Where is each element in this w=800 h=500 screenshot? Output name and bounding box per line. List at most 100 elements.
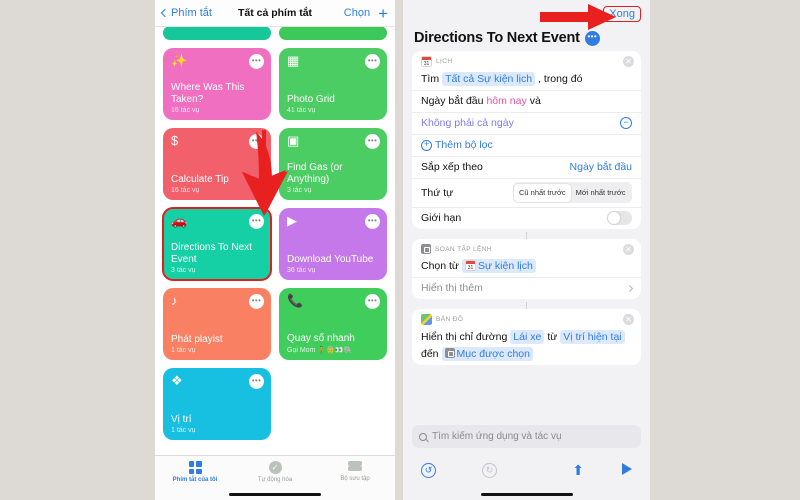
tab-gallery[interactable]: Bộ sưu tập <box>315 461 395 482</box>
action-list[interactable]: ✕ 31 LỊCH Tìm Tất cả Sự kiện lịch , tron… <box>403 51 650 450</box>
select-button[interactable]: Chọn <box>344 7 370 19</box>
scripting-icon <box>444 348 455 358</box>
limit-toggle[interactable] <box>607 211 632 225</box>
shortcut-card-title: Where Was This Taken? <box>171 82 245 105</box>
shortcut-card-menu-button[interactable]: ••• <box>249 374 264 389</box>
close-icon[interactable]: ✕ <box>623 56 634 67</box>
choose-from-row[interactable]: Chọn từ 31 Sự kiện lịch <box>412 256 641 277</box>
filter-suffix: và <box>529 95 541 107</box>
filter-row-all-day[interactable]: Không phải cả ngày − <box>412 112 641 134</box>
calendar-icon: 31 <box>464 260 476 271</box>
find-prefix: Tìm <box>421 73 440 85</box>
shortcut-card-subtitle: 36 tác vụ <box>287 267 316 274</box>
shortcut-card[interactable]: ❖ ••• Vị trí 1 tác vụ <box>163 368 271 440</box>
close-icon[interactable]: ✕ <box>623 314 634 325</box>
find-token[interactable]: Tất cả Sự kiện lịch <box>442 72 536 86</box>
order-row[interactable]: Thứ tự Cũ nhất trước Mới nhất trước <box>412 178 641 207</box>
shortcut-card-menu-button[interactable]: ••• <box>365 294 380 309</box>
add-shortcut-button[interactable]: + <box>378 5 388 22</box>
annotation-arrow-right <box>540 4 616 30</box>
screenshot-stage: Phím tắt Tất cả phím tắt Chọn + ✨ ••• Wher… <box>0 0 800 500</box>
shortcut-card-icon: $ <box>171 133 179 148</box>
action-card-maps[interactable]: ✕ BẢN ĐỒ Hiển thị chỉ đường Lái xe từ Vị… <box>412 309 641 365</box>
shortcut-options-button[interactable]: ••• <box>584 30 600 46</box>
tab-my-shortcuts-label: Phím tắt của tôi <box>172 477 218 483</box>
shortcut-card[interactable] <box>279 27 387 40</box>
nav-right-actions: Chọn + <box>344 5 388 22</box>
add-filter-row[interactable]: + Thêm bộ lọc <box>412 134 641 156</box>
navigation-bar: Phím tắt Tất cả phím tắt Chọn + <box>155 0 395 27</box>
redo-button[interactable]: ↻ <box>482 463 497 478</box>
action-card-calendar[interactable]: ✕ 31 LỊCH Tìm Tất cả Sự kiện lịch , tron… <box>412 51 641 229</box>
shortcut-card-subtitle: 3 tác vụ <box>287 187 312 194</box>
order-option-oldest[interactable]: Cũ nhất trước <box>514 183 571 202</box>
shortcut-card[interactable]: ▦ ••• Photo Grid 41 tác vụ <box>279 48 387 120</box>
choose-from-token[interactable]: 31 Sự kiện lịch <box>461 259 536 273</box>
shortcut-card[interactable] <box>163 27 271 40</box>
scripting-card-label: SOẠN TẬP LỆNH <box>435 245 492 253</box>
directions-mid: từ <box>547 331 558 343</box>
run-button[interactable] <box>622 463 632 475</box>
shortcuts-library-panel: Phím tắt Tất cả phím tắt Chọn + ✨ ••• Wher… <box>155 0 395 500</box>
shortcuts-grid-scroll[interactable]: ✨ ••• Where Was This Taken? 16 tác vụ ▦ ••• Ph… <box>155 27 395 455</box>
find-row[interactable]: Tìm Tất cả Sự kiện lịch , trong đó <box>412 69 641 90</box>
limit-row[interactable]: Giới hạn <box>412 207 641 229</box>
travel-mode-token[interactable]: Lái xe <box>510 330 545 344</box>
grid-icon <box>188 461 202 474</box>
shortcut-editor-panel: Xong Directions To Next Event ••• ✕ 31 L… <box>403 0 650 500</box>
order-segmented-control[interactable]: Cũ nhất trước Mới nhất trước <box>512 182 632 203</box>
shortcut-card[interactable]: ♪ ••• Phát playist 1 tác vụ <box>163 288 271 360</box>
shortcut-card-subtitle: Gọi Mom 🧍👵👀🐘 <box>287 347 353 354</box>
action-card-scripting[interactable]: ✕ SOẠN TẬP LỆNH Chọn từ 31 Sự kiện lịch H… <box>412 239 641 299</box>
sort-by-row[interactable]: Sắp xếp theo Ngày bắt đầu <box>412 156 641 178</box>
editor-toolbar: ↺ ↻ ⬆ <box>403 454 650 500</box>
destination-token[interactable]: Mục được chọn <box>441 347 533 361</box>
action-connector <box>526 302 527 309</box>
shortcut-card-menu-button[interactable]: ••• <box>249 54 264 69</box>
shortcut-card-title: Find Gas (or Anything) <box>287 162 343 185</box>
origin-token[interactable]: Vị trí hiện tại <box>560 330 625 344</box>
shortcut-card-icon: ✨ <box>171 53 188 68</box>
sort-by-label: Sắp xếp theo <box>421 161 483 173</box>
maps-card-label: BẢN ĐỒ <box>436 316 464 323</box>
shortcut-card-subtitle: 41 tác vụ <box>287 107 316 114</box>
tab-automation[interactable]: ✓ Tự động hóa <box>235 461 315 483</box>
shortcut-card-title: Vị trí <box>171 413 192 425</box>
shortcut-card-menu-button[interactable]: ••• <box>249 294 264 309</box>
editor-title-row: Directions To Next Event ••• <box>403 30 650 52</box>
order-option-newest[interactable]: Mới nhất trước <box>571 184 631 202</box>
shortcut-card-menu-button[interactable]: ••• <box>365 134 380 149</box>
filter-value[interactable]: hôm nay <box>486 94 526 108</box>
shortcut-card-menu-button[interactable]: ••• <box>365 54 380 69</box>
show-more-label: Hiển thị thêm <box>421 282 483 294</box>
back-button[interactable]: Phím tắt <box>160 7 212 19</box>
directions-row[interactable]: Hiển thị chỉ đường Lái xe từ Vị trí hiện… <box>412 327 641 365</box>
shortcut-card[interactable]: 📞 ••• Quay số nhanh Gọi Mom 🧍👵👀🐘 <box>279 288 387 360</box>
undo-button[interactable]: ↺ <box>421 463 436 478</box>
sort-by-value[interactable]: Ngày bắt đầu <box>570 160 632 174</box>
filter-row-start-date[interactable]: Ngày bắt đầu hôm nay và <box>412 90 641 112</box>
choose-from-prefix: Chọn từ <box>421 260 459 272</box>
search-input[interactable]: Tìm kiếm ứng dụng và tác vụ <box>412 425 641 448</box>
shortcut-card-icon: ▦ <box>287 53 300 68</box>
home-indicator <box>229 492 321 496</box>
shortcut-card-title: Quay số nhanh <box>287 332 355 344</box>
plus-circle-icon: + <box>421 139 432 151</box>
remove-filter-icon[interactable]: − <box>620 117 632 129</box>
filter-label: Ngày bắt đầu <box>421 95 484 107</box>
calendar-icon: 31 <box>421 56 432 67</box>
clock-icon: ✓ <box>268 461 282 474</box>
search-icon <box>419 432 427 441</box>
shortcut-card-title: Download YouTube <box>287 253 374 265</box>
search-placeholder: Tìm kiếm ứng dụng và tác vụ <box>432 431 562 442</box>
shortcut-card-menu-button[interactable]: ••• <box>365 214 380 229</box>
shortcut-card[interactable]: ✨ ••• Where Was This Taken? 16 tác vụ <box>163 48 271 120</box>
share-button[interactable]: ⬆ <box>572 463 584 477</box>
tab-automation-label: Tự động hóa <box>257 477 293 483</box>
show-more-row[interactable]: Hiển thị thêm <box>412 277 641 299</box>
shortcut-card-subtitle: 3 tác vụ <box>171 267 196 274</box>
close-icon[interactable]: ✕ <box>623 244 634 255</box>
find-suffix: , trong đó <box>538 73 583 85</box>
tab-my-shortcuts[interactable]: Phím tắt của tôi <box>155 461 235 483</box>
order-label: Thứ tự <box>421 186 454 199</box>
